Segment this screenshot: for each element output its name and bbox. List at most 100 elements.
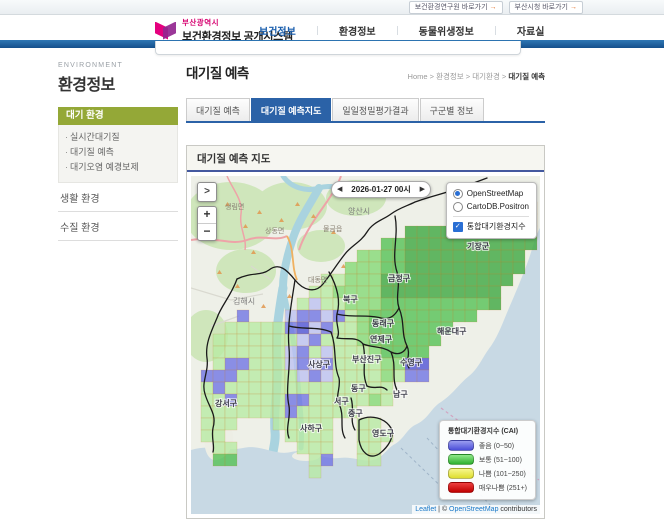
aqi-grid-cell (429, 298, 441, 310)
aqi-grid-cell (321, 370, 333, 382)
aqi-grid-cell (249, 346, 261, 358)
nav-archive[interactable]: 자료실 (496, 23, 566, 38)
aqi-grid-cell (213, 430, 225, 442)
nav-health-info[interactable]: 보건정보 (238, 23, 317, 38)
aqi-grid-cell (249, 370, 261, 382)
leaflet-map[interactable]: 생림면상동면물금읍양산시대동면김해시기장군금정구북구동래구해운대구연제구부산진구… (191, 176, 540, 514)
zoom-in-button[interactable]: + (198, 207, 216, 224)
prev-hour-button[interactable]: ◀ (337, 182, 342, 197)
map-attribution: Leaflet | © OpenStreetMap contributors (412, 505, 540, 514)
aqi-grid-cell (429, 226, 441, 238)
map-panel-title: 대기질 예측 지도 (187, 146, 544, 172)
breadcrumb: Home > 환경정보 > 대기환경 > 대기질 예측 (408, 71, 545, 82)
aqi-grid-cell (321, 334, 333, 346)
map-place-label: 대동면 (308, 275, 327, 284)
aqi-grid-cell (201, 382, 213, 394)
aqi-grid-cell (285, 382, 297, 394)
aqi-grid-cell (417, 286, 429, 298)
tab-air-forecast-map[interactable]: 대기질 예측지도 (251, 98, 331, 121)
aqi-grid-cell (261, 334, 273, 346)
aqi-grid-cell (321, 430, 333, 442)
aqi-grid-cell (237, 370, 249, 382)
aqi-grid-cell (453, 250, 465, 262)
map-place-label: 물금읍 (323, 225, 343, 233)
aqi-grid-cell (321, 298, 333, 310)
nav-animal-hygiene-info[interactable]: 동물위생정보 (398, 23, 495, 38)
aqi-grid-cell (369, 298, 381, 310)
aqi-grid-cell (297, 370, 309, 382)
aqi-grid-cell (381, 370, 393, 382)
tab-air-forecast[interactable]: 대기질 예측 (186, 98, 250, 121)
aqi-grid-cell (297, 310, 309, 322)
sidebar-section-water[interactable]: 수질 환경 (58, 212, 178, 241)
link-cityhall-shortcut[interactable]: 부산시청 바로가기→ (509, 1, 583, 14)
aqi-grid-cell (369, 274, 381, 286)
aqi-grid-cell (297, 394, 309, 406)
sidebar-item-air-forecast[interactable]: 대기질 예측 (65, 145, 171, 160)
map-district-label: 연제구 (370, 334, 393, 344)
aqi-grid-cell (249, 322, 261, 334)
aqi-grid-cell (273, 334, 285, 346)
aqi-grid-cell (417, 238, 429, 250)
aqi-grid-cell (333, 334, 345, 346)
zoom-out-button[interactable]: − (198, 224, 216, 240)
aqi-grid-cell (441, 238, 453, 250)
aqi-grid-cell (381, 250, 393, 262)
aqi-grid-cell (345, 334, 357, 346)
aqi-grid-cell (237, 406, 249, 418)
layer-option-cartodb[interactable]: CartoDB.Positron (453, 200, 529, 213)
sidebar-section-living[interactable]: 생활 환경 (58, 183, 178, 212)
aqi-grid-cell (273, 370, 285, 382)
aqi-grid-cell (261, 370, 273, 382)
map-place-label: 상동면 (265, 226, 284, 235)
link-institute-shortcut[interactable]: 보건환경연구원 바로가기→ (409, 1, 503, 14)
aqi-grid-cell (357, 250, 369, 262)
layer-option-osm[interactable]: OpenStreetMap (453, 187, 529, 200)
legend-swatch-red (448, 482, 474, 493)
aqi-grid-cell (213, 382, 225, 394)
aqi-grid-cell (285, 346, 297, 358)
nav-environment-info[interactable]: 환경정보 (318, 23, 397, 38)
osm-link[interactable]: OpenStreetMap (449, 506, 498, 513)
aqi-grid-cell (225, 346, 237, 358)
aqi-grid-cell (213, 346, 225, 358)
aqi-grid-cell (201, 370, 213, 382)
aqi-grid-cell (489, 274, 501, 286)
map-panel: 대기질 예측 지도 (186, 145, 545, 519)
aqi-grid-cell (273, 322, 285, 334)
map-expand-button[interactable]: > (197, 182, 217, 202)
aqi-grid-cell (309, 334, 321, 346)
map-district-label: 해운대구 (437, 326, 467, 336)
aqi-grid-cell (381, 262, 393, 274)
leaflet-link[interactable]: Leaflet (415, 506, 436, 513)
aqi-grid-cell (513, 262, 525, 274)
map-zoom-control: + − (197, 206, 217, 241)
aqi-grid-cell (441, 274, 453, 286)
aqi-grid-cell (489, 286, 501, 298)
layer-option-cai-overlay[interactable]: ✓ 통합대기환경지수 (453, 220, 529, 233)
aqi-grid-cell (453, 298, 465, 310)
aqi-grid-cell (429, 286, 441, 298)
aqi-grid-cell (309, 394, 321, 406)
tab-district-info[interactable]: 구군별 정보 (420, 98, 484, 121)
aqi-grid-cell (417, 274, 429, 286)
aqi-grid-cell (213, 358, 225, 370)
sidebar-category-air[interactable]: 대기 환경 (58, 107, 178, 125)
next-hour-button[interactable]: ▶ (420, 182, 425, 197)
aqi-grid-cell (393, 334, 405, 346)
aqi-grid-cell (333, 406, 345, 418)
aqi-grid-cell (297, 382, 309, 394)
map-place-label: 생림면 (225, 202, 244, 211)
aqi-grid-cell (297, 334, 309, 346)
sidebar-item-air-alert[interactable]: 대기오염 예경보제 (65, 160, 171, 175)
aqi-grid-cell (405, 286, 417, 298)
aqi-grid-cell (237, 322, 249, 334)
aqi-grid-cell (249, 334, 261, 346)
tab-daily-evaluation[interactable]: 일일정밀평가결과 (332, 98, 418, 121)
map-district-label: 동구 (351, 384, 366, 393)
aqi-grid-cell (477, 274, 489, 286)
aqi-grid-cell (213, 418, 225, 430)
sidebar-item-realtime-air[interactable]: 실시간대기질 (65, 130, 171, 145)
aqi-grid-cell (321, 346, 333, 358)
aqi-grid-cell (225, 454, 237, 466)
